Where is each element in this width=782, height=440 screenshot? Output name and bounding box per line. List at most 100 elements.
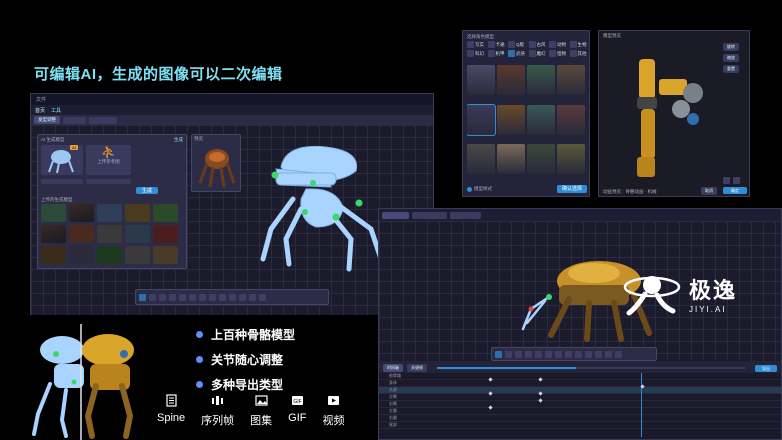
model-thumb[interactable] — [153, 225, 178, 243]
character-thumb[interactable] — [557, 65, 585, 95]
model-thumb[interactable] — [153, 204, 178, 222]
category-item[interactable]: 卡通 — [487, 41, 508, 48]
model-thumb[interactable] — [97, 246, 122, 264]
character-thumb[interactable] — [497, 104, 525, 135]
model-thumb[interactable] — [69, 246, 94, 264]
export-button[interactable]: 导出 — [755, 364, 777, 372]
tool-icon[interactable] — [575, 350, 582, 358]
category-item[interactable]: 古风 — [528, 41, 549, 48]
character-thumb[interactable] — [497, 144, 525, 175]
upload-card[interactable]: ⛹ 上传参考图 — [86, 145, 131, 175]
bottom-tab[interactable] — [411, 211, 448, 219]
tool-icon[interactable] — [189, 293, 196, 301]
export-spine[interactable]: Spine — [157, 394, 185, 428]
tool-icon[interactable] — [239, 293, 246, 301]
export-frames[interactable]: 序列帧 — [201, 394, 234, 428]
character-thumb[interactable] — [527, 65, 555, 95]
cancel-button[interactable]: 取消 — [701, 187, 717, 195]
character-thumb[interactable] — [557, 144, 585, 175]
character-thumb[interactable] — [527, 104, 555, 135]
tool-icon[interactable] — [219, 293, 226, 301]
tab-extra-2[interactable] — [89, 116, 118, 124]
menu-item-home[interactable]: 首页 — [35, 107, 45, 114]
tool-icon[interactable] — [555, 350, 562, 358]
category-item[interactable]: 写实 — [467, 41, 487, 48]
tool-icon[interactable] — [515, 350, 522, 358]
character-thumb-selected[interactable] — [467, 103, 496, 136]
model-thumb[interactable] — [69, 225, 94, 243]
tab-hair[interactable]: 发型调整 — [34, 116, 60, 124]
ok-button[interactable]: 确定 — [723, 187, 747, 194]
tool-icon[interactable] — [249, 293, 256, 301]
category-item[interactable]: 机甲 — [487, 50, 508, 57]
model-thumb[interactable] — [125, 246, 150, 264]
play-button-icon[interactable] — [139, 293, 146, 301]
panel-tab-generate[interactable]: 生成 — [174, 137, 183, 143]
play-button-icon[interactable] — [495, 350, 502, 358]
category-item[interactable]: 其他 — [569, 50, 590, 57]
tool-icon[interactable] — [159, 293, 166, 301]
tool-icon[interactable] — [169, 293, 176, 301]
tab-extra-1[interactable] — [63, 116, 87, 124]
tool-icon[interactable] — [229, 293, 236, 301]
model-thumb[interactable] — [125, 225, 150, 243]
character-thumb[interactable] — [467, 144, 495, 175]
character-thumb[interactable] — [557, 104, 585, 135]
export-gif[interactable]: GIF GIF — [288, 394, 306, 428]
undo-icon[interactable] — [723, 177, 730, 184]
model-thumb[interactable] — [41, 246, 66, 264]
keyframe-tab[interactable]: 关键帧 — [407, 364, 427, 372]
tool-icon[interactable] — [545, 350, 552, 358]
tool-icon[interactable] — [525, 350, 532, 358]
tool-icon[interactable] — [585, 350, 592, 358]
generate-button[interactable]: 生成 — [136, 187, 158, 194]
reset-button[interactable]: 重置 — [723, 65, 739, 73]
tool-icon[interactable] — [149, 293, 156, 301]
category-item[interactable]: 生物 — [569, 41, 590, 48]
character-thumb[interactable] — [467, 65, 495, 95]
model-thumb[interactable] — [69, 204, 94, 222]
export-video[interactable]: 视频 — [322, 394, 344, 428]
category-item[interactable]: 魔幻 — [528, 50, 549, 57]
category-item[interactable]: 怪物 — [549, 50, 569, 57]
character-thumb[interactable] — [497, 65, 525, 95]
feature-item: 多种导出类型 — [196, 376, 295, 393]
tool-icon[interactable] — [505, 350, 512, 358]
model-thumb[interactable] — [97, 204, 122, 222]
bottom-tab[interactable] — [382, 211, 409, 219]
model-thumb[interactable] — [41, 204, 66, 222]
brand-name: 极逸 — [689, 277, 738, 303]
option-bar-1[interactable] — [41, 179, 83, 184]
feature-item: 关节随心调整 — [196, 351, 295, 368]
tool-icon[interactable] — [615, 350, 622, 358]
timeline-slider[interactable] — [437, 367, 745, 369]
character-thumb[interactable] — [527, 144, 555, 175]
timeline-tab[interactable]: 时间轴 — [383, 364, 403, 372]
rotate-button[interactable]: 旋转 — [723, 43, 739, 51]
model-thumb[interactable] — [97, 225, 122, 243]
tool-icon[interactable] — [209, 293, 216, 301]
tool-icon[interactable] — [199, 293, 206, 301]
category-item[interactable]: 武侠 — [508, 50, 528, 57]
category-item[interactable]: 动物 — [549, 41, 569, 48]
category-item[interactable]: 科幻 — [467, 50, 487, 57]
tool-icon[interactable] — [179, 293, 186, 301]
menu-item-tools[interactable]: 工具 — [51, 107, 61, 114]
tool-icon[interactable] — [595, 350, 602, 358]
tool-icon[interactable] — [535, 350, 542, 358]
tool-icon[interactable] — [565, 350, 572, 358]
option-bar-2[interactable] — [86, 179, 131, 184]
confirm-button[interactable]: 确认选择 — [557, 185, 587, 193]
model-thumb[interactable] — [41, 225, 66, 243]
export-atlas[interactable]: 图集 — [250, 394, 272, 428]
tool-icon[interactable] — [605, 350, 612, 358]
style-toggle[interactable]: 模型样式 — [467, 186, 492, 192]
tool-icon[interactable] — [259, 293, 266, 301]
model-thumb[interactable] — [153, 246, 178, 264]
bottom-tab[interactable] — [450, 211, 481, 219]
category-item[interactable]: Q版 — [508, 41, 528, 48]
redo-icon[interactable] — [733, 177, 740, 184]
zoom-button[interactable]: 缩放 — [723, 54, 739, 62]
model-thumb[interactable] — [125, 204, 150, 222]
skeleton-model[interactable] — [231, 139, 391, 289]
